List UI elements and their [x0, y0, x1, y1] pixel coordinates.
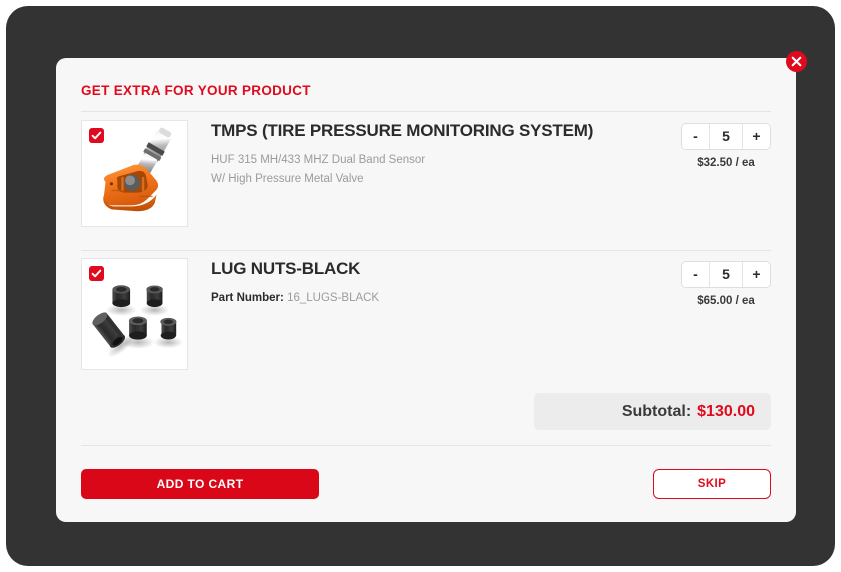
unit-price: $65.00 / ea	[697, 295, 755, 307]
product-checkbox[interactable]	[89, 266, 104, 281]
part-number-value: 16_LUGS-BLACK	[287, 292, 380, 305]
product-details: TMPS (TIRE PRESSURE MONITORING SYSTEM) H…	[211, 120, 641, 189]
product-name: LUG NUTS-BLACK	[211, 259, 361, 278]
product-row: LUG NUTS-BLACK Part Number: 16_LUGS-BLAC…	[81, 258, 771, 388]
subtotal-label: Subtotal:	[621, 402, 692, 420]
unit-price: $32.50 / ea	[697, 157, 755, 169]
product-thumbnail[interactable]	[81, 258, 188, 370]
quantity-price-group: - 5 + $32.50 / ea	[681, 123, 771, 169]
quantity-value[interactable]: 5	[709, 262, 743, 287]
quantity-stepper[interactable]: - 5 +	[681, 123, 771, 150]
quantity-decrement-button[interactable]: -	[682, 124, 709, 149]
close-icon[interactable]	[786, 51, 807, 72]
upsell-modal: GET EXTRA FOR YOUR PRODUCT TMPS (TIRE PR…	[56, 58, 796, 522]
page-title: GET EXTRA FOR YOUR PRODUCT	[81, 83, 311, 98]
product-description-line-2: W/ High Pressure Metal Valve	[211, 173, 364, 186]
quantity-increment-button[interactable]: +	[743, 262, 770, 287]
divider-header	[81, 111, 771, 112]
divider-between-products	[81, 250, 771, 251]
subtotal-value: $130.00	[697, 402, 755, 420]
product-description: HUF 315 MH/433 MHZ Dual Band Sensor W/ H…	[211, 151, 641, 189]
product-checkbox[interactable]	[89, 128, 104, 143]
product-part-number: Part Number: 16_LUGS-BLACK	[211, 289, 641, 308]
product-row: TMPS (TIRE PRESSURE MONITORING SYSTEM) H…	[81, 120, 771, 250]
quantity-increment-button[interactable]: +	[743, 124, 770, 149]
part-number-label: Part Number:	[211, 292, 284, 305]
subtotal-box: Subtotal: $130.00	[534, 393, 771, 430]
skip-button[interactable]: SKIP	[653, 469, 771, 499]
quantity-value[interactable]: 5	[709, 124, 743, 149]
quantity-decrement-button[interactable]: -	[682, 262, 709, 287]
add-to-cart-button[interactable]: ADD TO CART	[81, 469, 319, 499]
modal-content: GET EXTRA FOR YOUR PRODUCT TMPS (TIRE PR…	[81, 58, 771, 522]
quantity-stepper[interactable]: - 5 +	[681, 261, 771, 288]
product-name: TMPS (TIRE PRESSURE MONITORING SYSTEM)	[211, 121, 594, 140]
device-frame: GET EXTRA FOR YOUR PRODUCT TMPS (TIRE PR…	[6, 6, 835, 566]
quantity-price-group: - 5 + $65.00 / ea	[681, 261, 771, 307]
product-details: LUG NUTS-BLACK Part Number: 16_LUGS-BLAC…	[211, 258, 641, 308]
product-description-line-1: HUF 315 MH/433 MHZ Dual Band Sensor	[211, 154, 426, 167]
product-thumbnail[interactable]	[81, 120, 188, 227]
divider-footer	[81, 445, 771, 446]
